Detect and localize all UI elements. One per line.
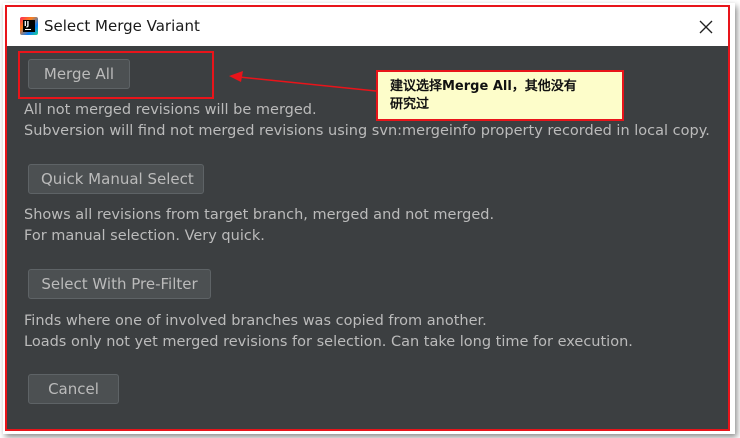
- title-bar: IJ Select Merge Variant: [7, 7, 728, 46]
- callout-line-2: 研究过: [390, 97, 430, 112]
- close-icon: [699, 20, 713, 33]
- annotation-callout: 建议选择Merge All，其他没有 研究过: [376, 70, 624, 121]
- dialog-title: Select Merge Variant: [44, 17, 200, 35]
- callout-line-1: 建议选择Merge All，其他没有: [390, 79, 577, 94]
- close-button[interactable]: [684, 7, 728, 46]
- intellij-idea-icon: IJ: [20, 17, 38, 35]
- merge-variant-dialog: IJ Select Merge Variant Merge All All no…: [5, 5, 730, 431]
- dialog-content: Merge All All not merged revisions will …: [7, 46, 728, 429]
